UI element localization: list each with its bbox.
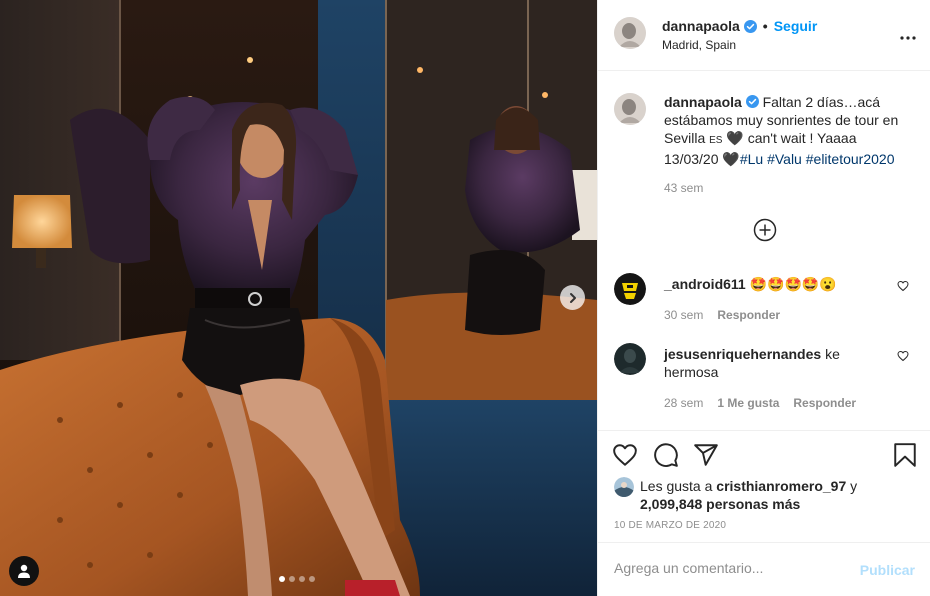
caption-avatar[interactable]	[614, 93, 646, 125]
post-sidebar: dannapaola • Seguir Madrid, Spain dannap…	[597, 0, 930, 596]
verified-icon	[743, 19, 757, 33]
carousel-next-button[interactable]	[560, 285, 585, 310]
heart-icon	[897, 280, 909, 292]
post-location[interactable]: Madrid, Spain	[662, 38, 736, 52]
follow-button[interactable]: Seguir	[774, 18, 818, 34]
heart-icon	[897, 350, 909, 362]
flag-es: ES	[709, 135, 723, 146]
carousel-dot	[279, 576, 285, 582]
load-more-comments-button[interactable]	[753, 218, 777, 242]
carousel-dot	[289, 576, 295, 582]
reply-button[interactable]: Responder	[717, 308, 780, 322]
heart-icon	[613, 444, 637, 466]
comment-likes[interactable]: 1 Me gusta	[717, 396, 779, 410]
share-button[interactable]	[693, 442, 719, 471]
comment-form: Publicar	[598, 542, 930, 596]
hashtag-lu[interactable]: #Lu	[740, 151, 763, 167]
like-button[interactable]	[612, 442, 638, 471]
more-icon	[900, 36, 916, 40]
black-heart-icon: 🖤	[726, 130, 744, 146]
post-photo[interactable]	[0, 0, 597, 596]
comment-button[interactable]	[653, 442, 679, 471]
comment-meta: 28 sem 1 Me gusta Responder	[664, 396, 856, 410]
photo-scene	[0, 0, 597, 596]
comment-item: jesusenriquehernandes ke hermosa 28 sem …	[614, 343, 914, 413]
post-actions: Les gusta a cristhianromero_97 y 2,099,8…	[598, 430, 930, 542]
caption-text: dannapaola Faltan 2 días…acá estábamos m…	[664, 93, 914, 168]
user-tag-button[interactable]	[9, 556, 39, 586]
bookmark-icon	[894, 443, 916, 467]
separator-dot: •	[762, 18, 768, 34]
commenter-avatar[interactable]	[614, 343, 646, 375]
carousel-indicator	[279, 576, 315, 582]
comment-like-button[interactable]	[897, 350, 909, 365]
verified-icon	[745, 95, 759, 108]
add-comment-icon	[753, 218, 777, 242]
post-date[interactable]: 10 DE MARZO DE 2020	[614, 520, 726, 531]
comment-time[interactable]: 30 sem	[664, 308, 703, 322]
carousel-dot	[299, 576, 305, 582]
comment-text: _android611 🤩🤩🤩🤩😮	[664, 275, 879, 293]
author-line: dannapaola • Seguir	[662, 18, 817, 34]
hashtag-valu[interactable]: #Valu	[767, 151, 802, 167]
commenter-avatar[interactable]	[614, 273, 646, 305]
reply-button[interactable]: Responder	[793, 396, 856, 410]
comment-time[interactable]: 28 sem	[664, 396, 703, 410]
chevron-right-icon	[569, 292, 576, 303]
likes-others[interactable]: 2,099,848 personas más	[640, 496, 800, 512]
comment-username[interactable]: _android611	[664, 276, 746, 292]
post-header: dannapaola • Seguir Madrid, Spain	[598, 0, 930, 71]
likes-text: Les gusta a cristhianromero_97 y 2,099,8…	[640, 477, 857, 513]
more-options-button[interactable]	[900, 24, 916, 45]
liker-username[interactable]: cristhianromero_97	[716, 478, 846, 494]
comment-username[interactable]: jesusenriquehernandes	[664, 346, 821, 362]
likes-summary: Les gusta a cristhianromero_97 y 2,099,8…	[614, 477, 857, 513]
liker-avatar[interactable]	[614, 477, 634, 497]
hashtag-elitetour2020[interactable]: #elitetour2020	[806, 151, 895, 167]
carousel-dot	[309, 576, 315, 582]
caption-username[interactable]: dannapaola	[664, 94, 742, 110]
author-avatar[interactable]	[614, 17, 646, 49]
user-tag-icon	[18, 564, 30, 578]
comment-meta: 30 sem Responder	[664, 308, 780, 322]
author-username[interactable]: dannapaola	[662, 18, 740, 34]
comment-like-button[interactable]	[897, 280, 909, 295]
comment-text: jesusenriquehernandes ke hermosa	[664, 345, 879, 381]
likes-conj: y	[850, 478, 858, 494]
black-heart-icon: 🖤	[722, 151, 740, 167]
caption-time[interactable]: 43 sem	[664, 181, 703, 195]
share-icon	[694, 444, 718, 466]
comment-input[interactable]	[614, 560, 854, 576]
comment-body: 🤩🤩🤩🤩😮	[749, 276, 837, 292]
post-comment-button[interactable]: Publicar	[860, 562, 915, 578]
save-button[interactable]	[893, 442, 917, 471]
likes-prefix: Les gusta a	[640, 478, 713, 494]
comment-icon	[654, 443, 678, 467]
comment-item: _android611 🤩🤩🤩🤩😮 30 sem Responder	[614, 273, 914, 333]
